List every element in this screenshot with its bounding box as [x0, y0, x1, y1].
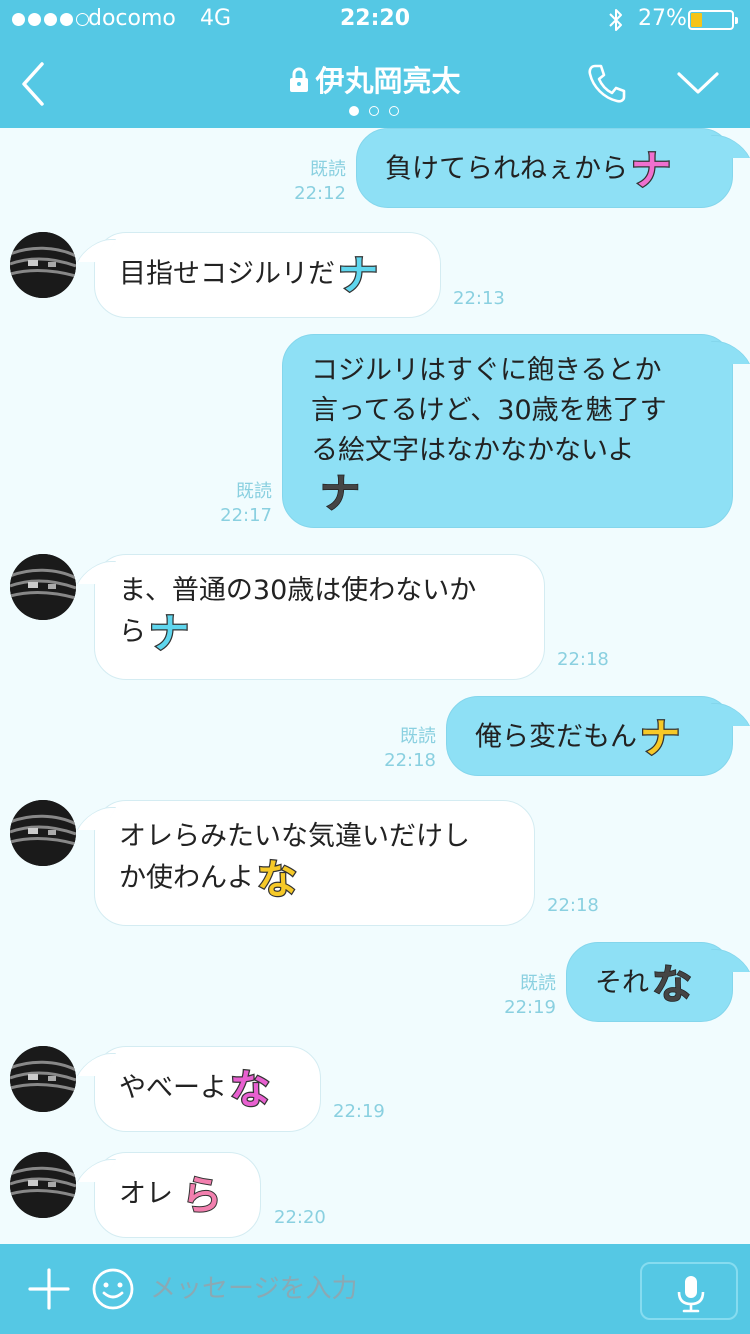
back-chevron-icon[interactable] [14, 58, 54, 110]
read-receipt: 既読 [520, 973, 556, 994]
avatar[interactable] [10, 1046, 76, 1112]
svg-text:ナ: ナ [640, 716, 680, 760]
message-text: 俺ら変だもん [475, 721, 637, 753]
plus-icon[interactable] [26, 1266, 72, 1312]
message-text: それ [595, 967, 649, 999]
message-meta: 既読 22:12 [282, 158, 346, 206]
sticker-na-icon: な [256, 857, 299, 901]
svg-text:な: な [230, 1067, 270, 1111]
read-receipt: 既読 [400, 726, 436, 747]
voice-button[interactable] [640, 1262, 738, 1320]
message-line: ま、普通の30歳は使わないか [119, 575, 477, 606]
message-text: 目指せコジルリだ [119, 258, 335, 290]
read-receipt: 既読 [236, 481, 272, 502]
message-meta: 既読 22:19 [490, 972, 556, 1020]
sticker-na-icon: ナ [319, 471, 361, 515]
chat-header: docomo 4G 22:20 27% 伊丸岡亮太 [0, 0, 750, 128]
page-dot [369, 106, 379, 116]
svg-text:ナ: ナ [149, 611, 189, 655]
smiley-icon[interactable] [90, 1266, 136, 1312]
incoming-message[interactable]: オレら [94, 1152, 261, 1238]
message-input-bar [0, 1244, 750, 1334]
message-time: 22:17 [220, 505, 272, 526]
avatar[interactable] [10, 800, 76, 866]
bluetooth-icon [609, 9, 622, 31]
avatar[interactable] [10, 232, 76, 298]
phone-icon[interactable] [586, 62, 628, 104]
message-time: 22:13 [453, 288, 505, 309]
message-text: やべーよ [119, 1072, 227, 1104]
sticker-na-icon: ナ [630, 148, 673, 192]
battery-level [691, 13, 703, 27]
chevron-down-icon[interactable] [676, 70, 720, 96]
message-text: 負けてられねぇから [385, 153, 628, 185]
message-line: か使わんよ [119, 862, 254, 894]
page-dot [389, 106, 399, 116]
svg-text:な: な [257, 857, 297, 901]
sticker-na-icon: ナ [639, 716, 682, 760]
message-line: オレらみたいな気違いだけし [119, 821, 470, 852]
incoming-message[interactable]: ま、普通の30歳は使わないか らナ [94, 554, 545, 680]
contact-name: 伊丸岡亮太 [315, 64, 461, 98]
lock-icon [290, 67, 309, 92]
message-time: 22:19 [333, 1101, 385, 1122]
sticker-na-icon: な [229, 1067, 272, 1111]
svg-text:ナ: ナ [338, 253, 378, 297]
svg-text:ナ: ナ [320, 471, 360, 515]
message-meta: 既読 22:17 [208, 480, 272, 528]
message-line: 言ってるけど、30歳を魅了す [311, 395, 667, 426]
sticker-na-icon: ナ [148, 611, 191, 655]
sticker-na-icon: ナ [337, 253, 380, 297]
microphone-icon [677, 1276, 705, 1313]
svg-text:ら: ら [182, 1173, 222, 1217]
incoming-message[interactable]: オレらみたいな気違いだけし か使わんよな [94, 800, 535, 926]
avatar[interactable] [10, 554, 76, 620]
page-dot-active [349, 106, 359, 116]
outgoing-message[interactable]: 俺ら変だもんナ [446, 696, 733, 776]
outgoing-message[interactable]: それな [566, 942, 733, 1022]
status-bar: docomo 4G 22:20 27% [0, 0, 750, 40]
message-line: コジルリはすぐに飽きるとか [311, 355, 662, 386]
message-text: オレ [119, 1178, 173, 1210]
message-meta: 既読 22:18 [370, 725, 436, 773]
sticker-na-icon: な [651, 962, 693, 1006]
page-indicator [349, 106, 399, 116]
message-time: 22:18 [384, 750, 436, 771]
message-time: 22:19 [504, 997, 556, 1018]
chat-title: 伊丸岡亮太 [0, 58, 750, 100]
message-line: る絵文字はなかなかないよ [311, 435, 635, 466]
sticker-ra-icon: ら [181, 1173, 223, 1217]
outgoing-message[interactable]: コジルリはすぐに飽きるとか 言ってるけど、30歳を魅了す る絵文字はなかなかない… [282, 334, 733, 528]
message-line: ら [119, 616, 146, 648]
read-receipt: 既読 [310, 159, 346, 180]
message-time: 22:18 [557, 649, 609, 670]
avatar[interactable] [10, 1152, 76, 1218]
incoming-message[interactable]: やべーよな [94, 1046, 321, 1132]
svg-text:な: な [652, 962, 692, 1006]
outgoing-message[interactable]: 負けてられねぇからナ [356, 128, 733, 208]
battery-percent: 27% [638, 6, 687, 31]
chat-history[interactable]: 既読 22:12 負けてられねぇからナ 目指せコジルリだナ 22:13 既読 2… [0, 128, 750, 1244]
svg-text:ナ: ナ [631, 148, 671, 192]
incoming-message[interactable]: 目指せコジルリだナ [94, 232, 441, 318]
message-time: 22:18 [547, 895, 599, 916]
message-time: 22:12 [294, 183, 346, 204]
message-input[interactable] [150, 1258, 630, 1320]
message-time: 22:20 [274, 1207, 326, 1228]
battery-icon [688, 10, 738, 30]
